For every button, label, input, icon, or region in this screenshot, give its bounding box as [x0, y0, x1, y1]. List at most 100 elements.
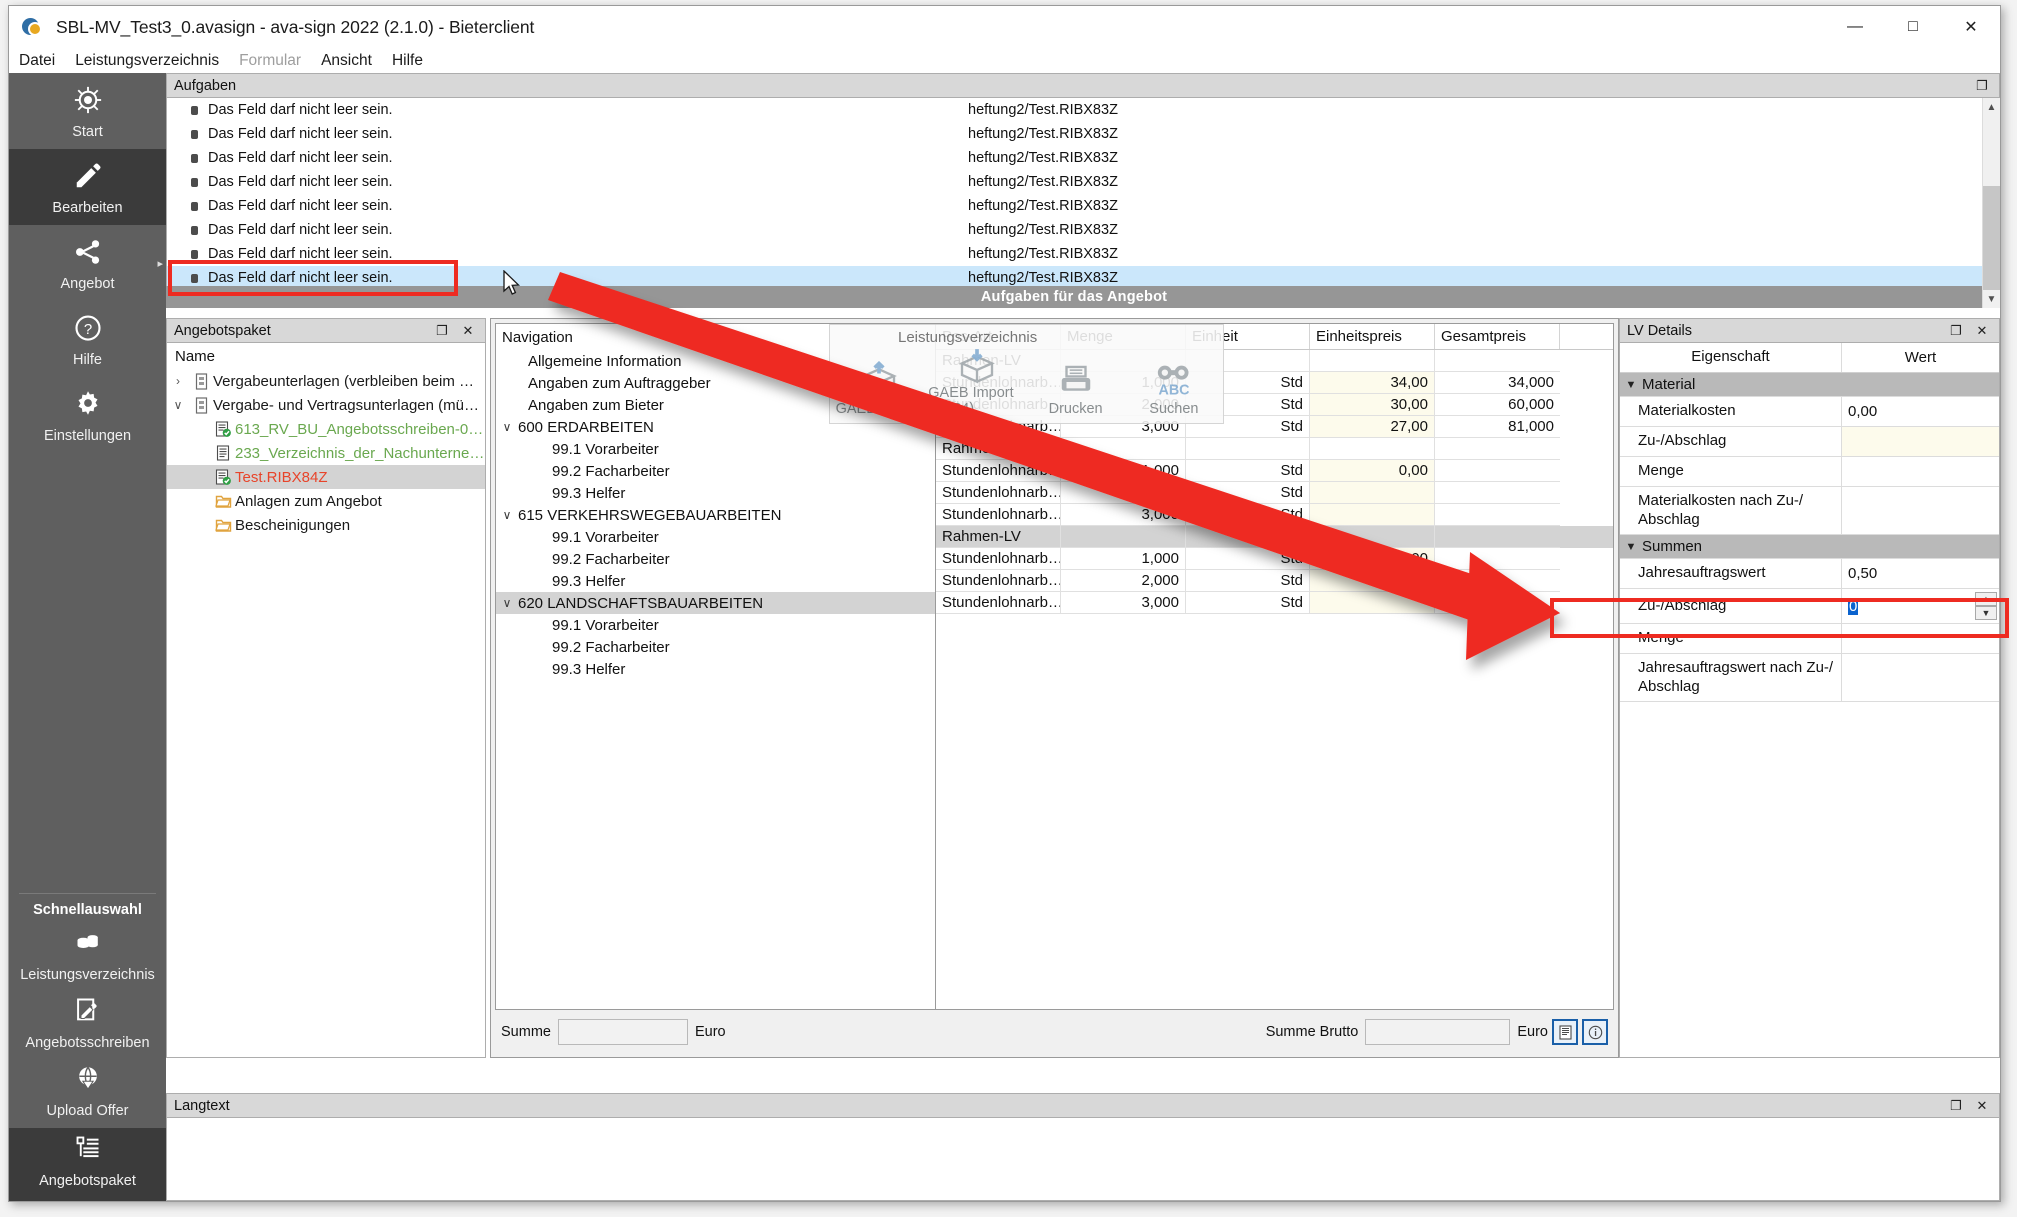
sidebar-item-angebotspaket[interactable]: Angebotspaket — [9, 1128, 166, 1201]
sidebar-item-bearbeiten[interactable]: Bearbeiten — [9, 149, 166, 225]
nav-item-99-2-facharbeiter[interactable]: 99.2 Facharbeiter — [496, 548, 935, 570]
table-row[interactable]: Stundenlohnarb… 2,000 Std — [936, 570, 1613, 592]
detail-row-materialkosten[interactable]: Materialkosten 0,00 — [1620, 397, 1999, 427]
scroll-up-icon[interactable]: ▲ — [1983, 98, 2000, 116]
list-item[interactable]: Das Feld darf nicht leer sein. heftung2/… — [167, 98, 1982, 122]
nav-item-99-2-facharbeiter[interactable]: 99.2 Facharbeiter — [496, 460, 935, 482]
sidebar-item-start[interactable]: Start — [9, 73, 166, 149]
tree-item-test-ribx84z[interactable]: Test.RIBX84Z — [167, 465, 485, 489]
close-icon[interactable]: ✕ — [459, 322, 477, 340]
cell-einheitspreis[interactable]: 30,00 — [1310, 394, 1435, 416]
close-icon[interactable]: ✕ — [1973, 1097, 1991, 1115]
sidebar-item-upload-offer[interactable]: Upload Offer — [9, 1060, 166, 1128]
sidebar-item-hilfe[interactable]: ? Hilfe — [9, 301, 166, 377]
chevron-down-icon[interactable]: ∨ — [496, 420, 518, 434]
nav-item-99-3-helfer[interactable]: 99.3 Helfer — [496, 658, 935, 680]
column-header-gesamtpreis[interactable]: Gesamtpreis — [1435, 324, 1560, 349]
tree-item-vergabe-vertragsunterlagen[interactable]: ∨ Vergabe- und Vertragsunterlagen (mü… — [167, 393, 485, 417]
tree-item-anlagen-zum-angebot[interactable]: Anlagen zum Angebot — [167, 489, 485, 513]
chevron-down-icon[interactable]: ∨ — [167, 398, 189, 412]
menu-formular[interactable]: Formular — [239, 52, 301, 70]
list-item[interactable]: Das Feld darf nicht leer sein. heftung2/… — [167, 146, 1982, 170]
list-item-selected[interactable]: Das Feld darf nicht leer sein. heftung2/… — [167, 266, 1982, 286]
tree-item-233-verzeichnis[interactable]: 233_Verzeichnis_der_Nachunterne… — [167, 441, 485, 465]
scrollbar-thumb[interactable] — [1983, 186, 2000, 299]
cell-einheitspreis[interactable] — [1310, 570, 1435, 592]
chevron-right-icon[interactable]: › — [167, 374, 189, 388]
detail-value-editor[interactable]: 0 ▲ ▼ — [1842, 589, 1999, 623]
sidebar-item-leistungsverzeichnis[interactable]: Leistungsverzeichnis — [9, 924, 166, 992]
detail-group-summen[interactable]: ▼ Summen — [1620, 535, 1999, 559]
detail-value[interactable] — [1842, 427, 1999, 456]
detail-value[interactable]: 0,50 — [1842, 559, 1999, 588]
cell-einheitspreis[interactable]: 0,00 — [1310, 460, 1435, 482]
tree-item-613-angebotsschreiben[interactable]: 613_RV_BU_Angebotsschreiben-0… — [167, 417, 485, 441]
summe-input[interactable] — [557, 1019, 688, 1045]
detail-row-material-menge[interactable]: Menge — [1620, 457, 1999, 487]
list-item[interactable]: Das Feld darf nicht leer sein. heftung2/… — [167, 194, 1982, 218]
cell-einheitspreis[interactable] — [1310, 350, 1435, 372]
table-row[interactable]: Stundenlohnarb… 3,000 Std — [936, 592, 1613, 614]
cell-einheitspreis[interactable]: 0,00 — [1310, 548, 1435, 570]
sidebar-item-angebot[interactable]: Angebot ▸ — [9, 225, 166, 301]
float-icon[interactable]: ❐ — [1973, 77, 1991, 95]
detail-row-summen-menge[interactable]: Menge — [1620, 624, 1999, 654]
cell-einheitspreis[interactable] — [1310, 438, 1435, 460]
spinner-down-icon[interactable]: ▼ — [1975, 606, 1997, 620]
maximize-button[interactable]: □ — [1884, 6, 1942, 48]
detail-group-material[interactable]: ▼ Material — [1620, 373, 1999, 397]
table-row[interactable]: Stundenlohnarb… 1,000 Std 0,00 — [936, 460, 1613, 482]
detail-row-jahresauftragswert[interactable]: Jahresauftragswert 0,50 — [1620, 559, 1999, 589]
tree-item-vergabeunterlagen[interactable]: › Vergabeunterlagen (verbleiben beim … — [167, 369, 485, 393]
detail-row-materialkosten-nach-zu-abschlag[interactable]: Materialkosten nach Zu-/ Abschlag — [1620, 487, 1999, 535]
list-item[interactable]: Das Feld darf nicht leer sein. heftung2/… — [167, 170, 1982, 194]
table-row-selected[interactable]: Rahmen-LV — [936, 526, 1613, 548]
table-row[interactable]: Stundenlohnarb… 1,000 Std 0,00 — [936, 548, 1613, 570]
nav-item-99-1-vorarbeiter[interactable]: 99.1 Vorarbeiter — [496, 526, 935, 548]
chevron-down-icon[interactable]: ∨ — [496, 508, 518, 522]
nav-item-99-1-vorarbeiter[interactable]: 99.1 Vorarbeiter — [496, 438, 935, 460]
spinner-up-icon[interactable]: ▲ — [1975, 592, 1997, 606]
detail-row-jahresauftragswert-nach-zu-abschlag[interactable]: Jahresauftragswert nach Zu-/ Abschlag — [1620, 654, 1999, 702]
langtext-content[interactable] — [166, 1118, 2000, 1201]
report-icon[interactable] — [1552, 1019, 1578, 1045]
summe-brutto-input[interactable] — [1365, 1019, 1511, 1045]
menu-leistungsverzeichnis[interactable]: Leistungsverzeichnis — [75, 52, 219, 70]
tree-item-bescheinigungen[interactable]: Bescheinigungen — [167, 513, 485, 537]
close-button[interactable]: ✕ — [1942, 6, 2000, 48]
info-icon[interactable] — [1582, 1019, 1608, 1045]
float-icon[interactable]: ❐ — [1947, 322, 1965, 340]
nav-item-99-1-vorarbeiter[interactable]: 99.1 Vorarbeiter — [496, 614, 935, 636]
list-item[interactable]: Das Feld darf nicht leer sein. heftung2/… — [167, 218, 1982, 242]
cell-einheitspreis[interactable]: 27,00 — [1310, 416, 1435, 438]
column-header-einheitspreis[interactable]: Einheitspreis — [1310, 324, 1435, 349]
sidebar-item-einstellungen[interactable]: Einstellungen — [9, 377, 166, 453]
scroll-down-icon[interactable]: ▼ — [1983, 290, 2000, 308]
nav-item-99-2-facharbeiter[interactable]: 99.2 Facharbeiter — [496, 636, 935, 658]
chevron-down-icon[interactable]: ∨ — [496, 596, 518, 610]
menu-datei[interactable]: Datei — [19, 52, 55, 70]
detail-row-summen-zu-abschlag[interactable]: Zu-/Abschlag 0 ▲ ▼ — [1620, 589, 1999, 624]
menu-ansicht[interactable]: Ansicht — [321, 52, 372, 70]
float-icon[interactable]: ❐ — [433, 322, 451, 340]
nav-item-99-3-helfer[interactable]: 99.3 Helfer — [496, 482, 935, 504]
cell-einheitspreis[interactable]: 34,00 — [1310, 372, 1435, 394]
close-icon[interactable]: ✕ — [1973, 322, 1991, 340]
spinner-control[interactable]: ▲ ▼ — [1975, 592, 1997, 620]
detail-value[interactable] — [1842, 624, 1999, 653]
list-item[interactable]: Das Feld darf nicht leer sein. heftung2/… — [167, 122, 1982, 146]
cell-einheitspreis[interactable] — [1310, 592, 1435, 614]
detail-value[interactable]: 0,00 — [1842, 397, 1999, 426]
toolbar-button-gaeb-import[interactable]: GAEB Import (DA84) — [928, 325, 1026, 423]
cell-einheitspreis[interactable] — [1310, 482, 1435, 504]
toolbar-button-drucken[interactable]: Drucken — [1027, 325, 1125, 423]
table-row[interactable]: Stundenlohnarb… 2,000 Std — [936, 482, 1613, 504]
sidebar-item-angebotsschreiben[interactable]: Angebotsschreiben — [9, 992, 166, 1060]
aufgaben-scrollbar[interactable]: ▲ ▼ — [1982, 98, 2000, 308]
nav-item-620-landschaftsbauarbeiten[interactable]: ∨ 620 LANDSCHAFTSBAUARBEITEN — [496, 592, 935, 614]
cell-einheitspreis[interactable] — [1310, 504, 1435, 526]
detail-value[interactable] — [1842, 487, 1999, 534]
list-item[interactable]: Das Feld darf nicht leer sein. heftung2/… — [167, 242, 1982, 266]
detail-value[interactable]: 0 — [1848, 597, 1859, 615]
toolbar-button-gaeb-export[interactable]: GAEB-Export — [830, 325, 928, 423]
